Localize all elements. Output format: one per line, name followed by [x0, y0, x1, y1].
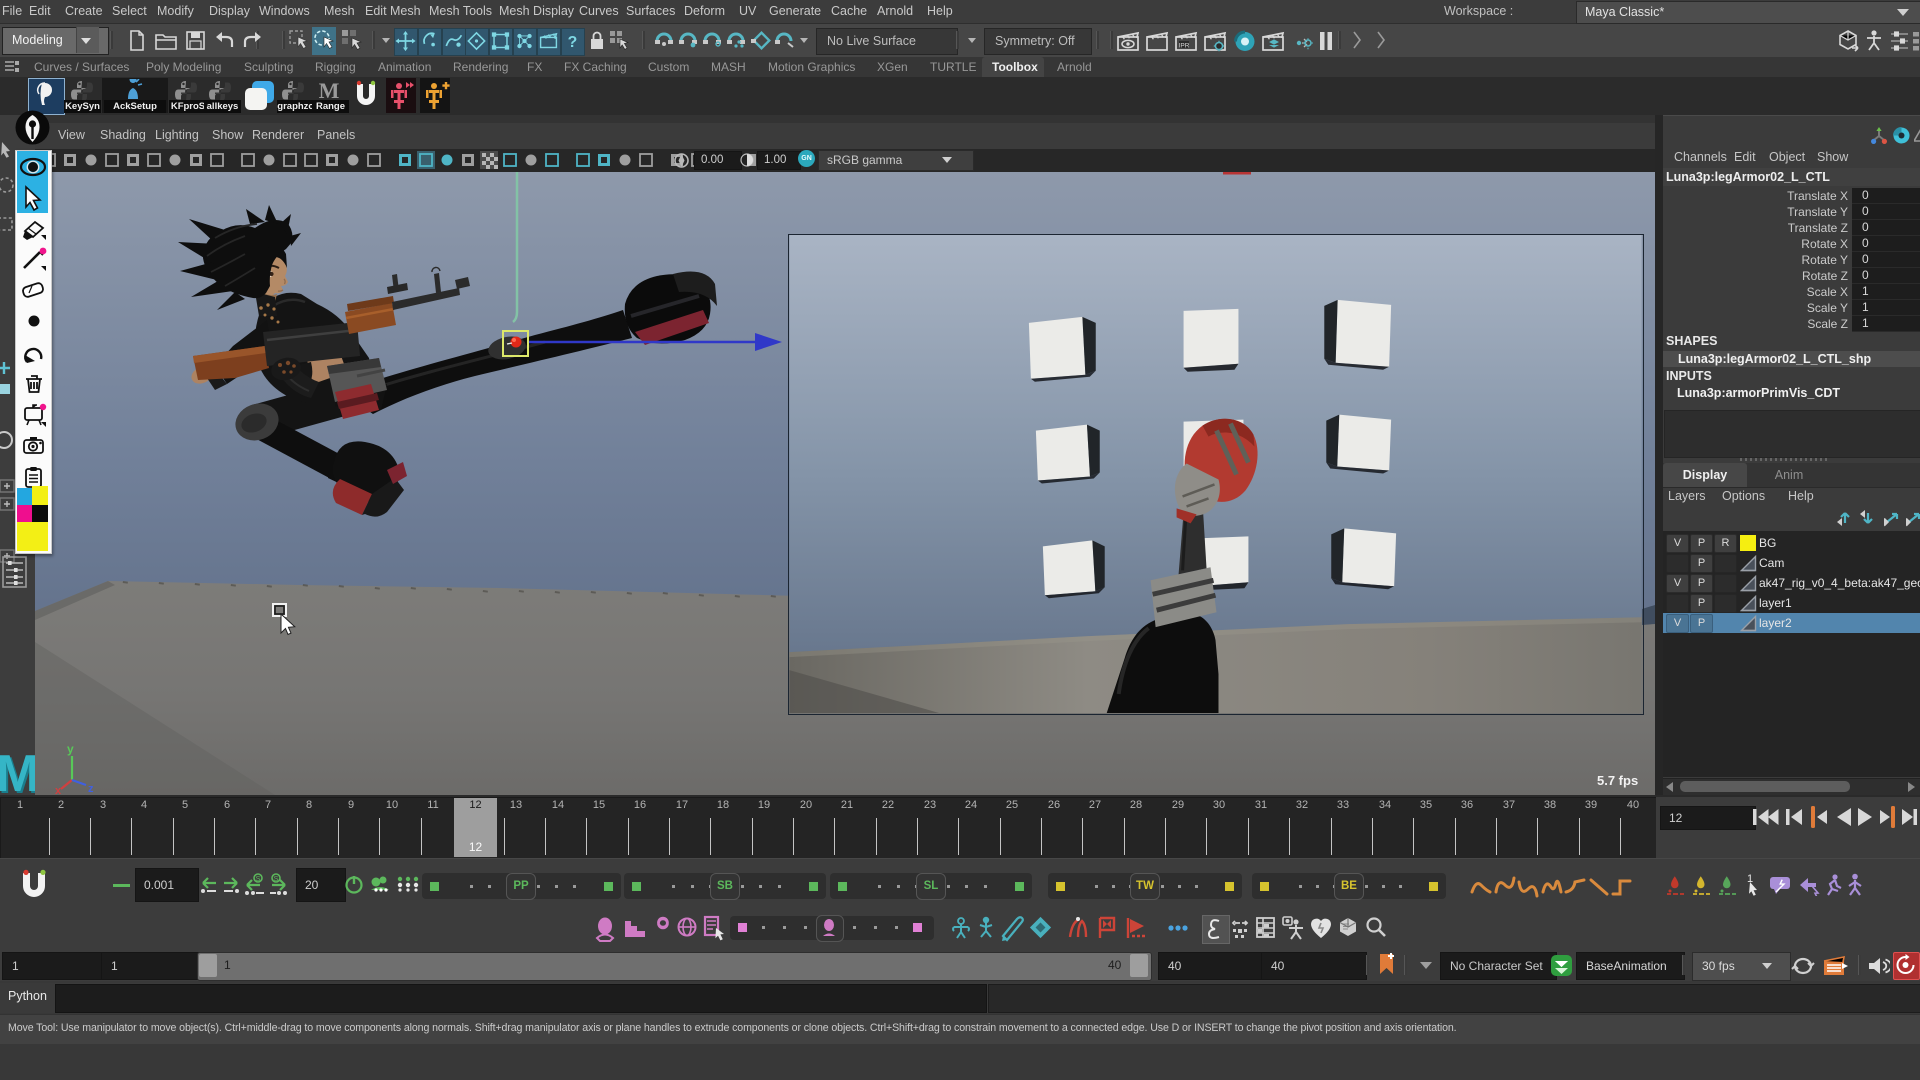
- svg-text:S: S: [256, 876, 261, 883]
- svg-text:S: S: [274, 876, 279, 883]
- svg-text:5.7 fps: 5.7 fps: [1597, 773, 1638, 788]
- svg-text:M: M: [319, 79, 340, 101]
- svg-text:x: x: [55, 785, 62, 795]
- svg-text:z: z: [88, 783, 94, 795]
- svg-text:IPR: IPR: [1179, 43, 1190, 50]
- svg-text:?: ?: [568, 34, 578, 51]
- svg-text:y: y: [67, 742, 74, 756]
